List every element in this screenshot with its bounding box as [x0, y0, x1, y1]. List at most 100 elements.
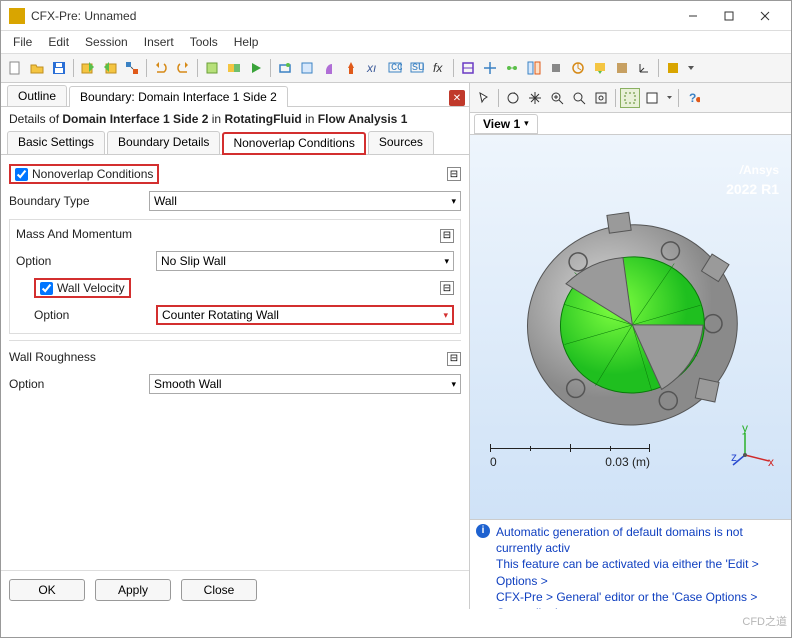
boundary-type-select[interactable]: Wall ▾ — [149, 191, 461, 211]
wv-option-select[interactable]: Counter Rotating Wall ▾ — [156, 305, 454, 325]
collapse-wr[interactable]: ⊟ — [447, 352, 461, 366]
triad-icon: y x z — [731, 425, 775, 469]
tab-close-button[interactable]: ✕ — [449, 90, 465, 106]
zoom-in-icon[interactable] — [547, 88, 567, 108]
gear-geometry — [511, 195, 751, 435]
undo-icon[interactable] — [151, 58, 171, 78]
svg-text:y: y — [742, 425, 748, 435]
details-in: in — [208, 112, 224, 126]
connections-icon[interactable] — [122, 58, 142, 78]
wr-option-select[interactable]: Smooth Wall ▾ — [149, 374, 461, 394]
minimize-button[interactable] — [675, 2, 711, 30]
fit-icon[interactable] — [591, 88, 611, 108]
svg-text:z: z — [731, 450, 737, 464]
wall-velocity-label: Wall Velocity — [57, 281, 125, 295]
watermark: /Ansys 2022 R1 — [726, 149, 779, 197]
zoom-box-icon[interactable] — [569, 88, 589, 108]
rigid-body-icon[interactable] — [546, 58, 566, 78]
save-icon[interactable] — [49, 58, 69, 78]
apply-button[interactable]: Apply — [95, 579, 171, 601]
solver-icon[interactable] — [568, 58, 588, 78]
help-icon[interactable]: ?● — [683, 88, 703, 108]
details-header: Details of Domain Interface 1 Side 2 in … — [1, 107, 469, 131]
wall-velocity-checkbox[interactable] — [40, 282, 53, 295]
highlight-icon[interactable] — [620, 88, 640, 108]
domain-icon[interactable] — [297, 58, 317, 78]
dropdown-icon[interactable] — [685, 58, 697, 78]
mesh-out-icon[interactable] — [100, 58, 120, 78]
svg-text:sub: sub — [412, 61, 424, 73]
chevron-down-icon: ▾ — [524, 118, 529, 129]
details-name: Domain Interface 1 Side 2 — [62, 112, 208, 126]
form-area: Nonoverlap Conditions ⊟ Boundary Type Wa… — [1, 155, 469, 570]
library-icon[interactable] — [663, 58, 683, 78]
svg-text:xı: xı — [366, 61, 376, 75]
mesh-in-icon[interactable] — [78, 58, 98, 78]
details-in2: in — [302, 112, 318, 126]
message-box[interactable]: i Automatic generation of default domain… — [470, 519, 791, 609]
inner-tabs: Basic Settings Boundary Details Nonoverl… — [1, 131, 469, 155]
boundary-icon[interactable] — [458, 58, 478, 78]
scale-unit: (m) — [632, 455, 650, 469]
component-icon[interactable] — [224, 58, 244, 78]
interface-icon[interactable] — [524, 58, 544, 78]
quick-setup-icon[interactable] — [202, 58, 222, 78]
run-icon[interactable] — [246, 58, 266, 78]
menu-session[interactable]: Session — [77, 33, 136, 51]
collapse-mm[interactable]: ⊟ — [440, 229, 454, 243]
source-icon[interactable] — [480, 58, 500, 78]
analysis-icon[interactable] — [275, 58, 295, 78]
material-icon[interactable] — [319, 58, 339, 78]
inner-tab-boundary-details[interactable]: Boundary Details — [107, 131, 220, 154]
svg-text:●: ● — [695, 92, 700, 105]
inner-tab-basic[interactable]: Basic Settings — [7, 131, 105, 154]
view-tab[interactable]: View 1 ▾ — [474, 114, 538, 134]
wr-option-label: Option — [9, 377, 149, 391]
open-icon[interactable] — [27, 58, 47, 78]
menu-file[interactable]: File — [5, 33, 40, 51]
collapse-nonoverlap[interactable]: ⊟ — [447, 167, 461, 181]
menu-tools[interactable]: Tools — [182, 33, 226, 51]
coord-frame-icon[interactable] — [634, 58, 654, 78]
inner-tab-nonoverlap[interactable]: Nonoverlap Conditions — [222, 132, 365, 155]
close-button[interactable]: Close — [181, 579, 257, 601]
svg-text:x: x — [768, 455, 774, 469]
reaction-icon[interactable] — [341, 58, 361, 78]
tab-boundary[interactable]: Boundary: Domain Interface 1 Side 2 — [69, 86, 288, 107]
pan-icon[interactable] — [525, 88, 545, 108]
mm-option-select[interactable]: No Slip Wall ▾ — [156, 251, 454, 271]
additional-icon[interactable] — [502, 58, 522, 78]
monitor-icon[interactable]: ccl — [385, 58, 405, 78]
menu-edit[interactable]: Edit — [40, 33, 77, 51]
message-text: Automatic generation of default domains … — [496, 524, 785, 609]
nonoverlap-checkbox[interactable] — [15, 168, 28, 181]
maximize-button[interactable] — [711, 2, 747, 30]
inner-tab-sources[interactable]: Sources — [368, 131, 434, 154]
menu-help[interactable]: Help — [226, 33, 267, 51]
viewport[interactable]: /Ansys 2022 R1 — [470, 135, 791, 519]
menu-insert[interactable]: Insert — [136, 33, 182, 51]
scale-zero: 0 — [490, 455, 497, 469]
fx-icon[interactable]: fx — [429, 58, 449, 78]
wireframe-dropdown-icon[interactable] — [664, 88, 674, 108]
close-window-button[interactable] — [747, 2, 783, 30]
ok-button[interactable]: OK — [9, 579, 85, 601]
svg-text:ccl: ccl — [391, 61, 402, 73]
adaption-icon[interactable] — [612, 58, 632, 78]
output-icon[interactable] — [590, 58, 610, 78]
left-panel: Outline Boundary: Domain Interface 1 Sid… — [1, 83, 470, 609]
select-icon[interactable] — [474, 88, 494, 108]
new-icon[interactable] — [5, 58, 25, 78]
scale-bar: 0 0.03 (m) — [490, 448, 650, 469]
rotate-icon[interactable] — [503, 88, 523, 108]
chevron-down-icon: ▾ — [444, 256, 449, 267]
tab-outline[interactable]: Outline — [7, 85, 67, 106]
redo-icon[interactable] — [173, 58, 193, 78]
subdomain-icon[interactable]: sub — [407, 58, 427, 78]
wireframe-icon[interactable] — [642, 88, 662, 108]
expression-icon[interactable]: xı — [363, 58, 383, 78]
collapse-wv[interactable]: ⊟ — [440, 281, 454, 295]
wv-option-value: Counter Rotating Wall — [162, 308, 279, 322]
chevron-down-icon: ▾ — [443, 310, 448, 321]
chevron-down-icon: ▾ — [451, 196, 456, 207]
